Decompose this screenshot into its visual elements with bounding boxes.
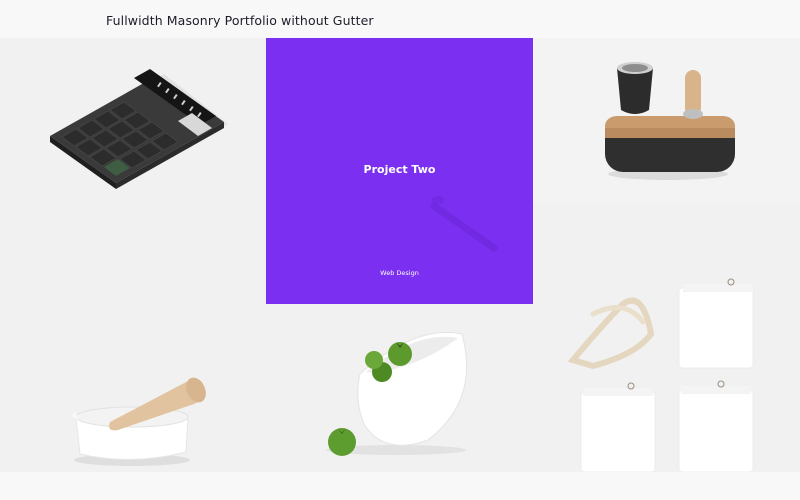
- calculator-image: [50, 69, 228, 189]
- project-title[interactable]: Project Two: [266, 163, 533, 176]
- portfolio-item-grinder[interactable]: [533, 38, 800, 204]
- portfolio-item-mortar[interactable]: [0, 204, 266, 472]
- page-title: Fullwidth Masonry Portfolio without Gutt…: [106, 13, 374, 28]
- portfolio-item-project-two[interactable]: Project Two Web Design: [266, 38, 533, 304]
- portfolio-item-calculator[interactable]: [0, 38, 266, 204]
- project-category[interactable]: Web Design: [266, 269, 533, 277]
- portfolio-grid: Project Two Web Design: [0, 38, 800, 472]
- grinder-image: [605, 62, 735, 180]
- linen-napkins-image: [567, 278, 754, 472]
- page-footer-strip: [0, 472, 800, 500]
- portfolio-item-linen[interactable]: [533, 204, 800, 472]
- portfolio-item-bowl[interactable]: [266, 304, 533, 472]
- page-header: Fullwidth Masonry Portfolio without Gutt…: [0, 0, 800, 38]
- mortar-pestle-image: [70, 377, 206, 466]
- bowl-tomatoes-image: [326, 331, 468, 456]
